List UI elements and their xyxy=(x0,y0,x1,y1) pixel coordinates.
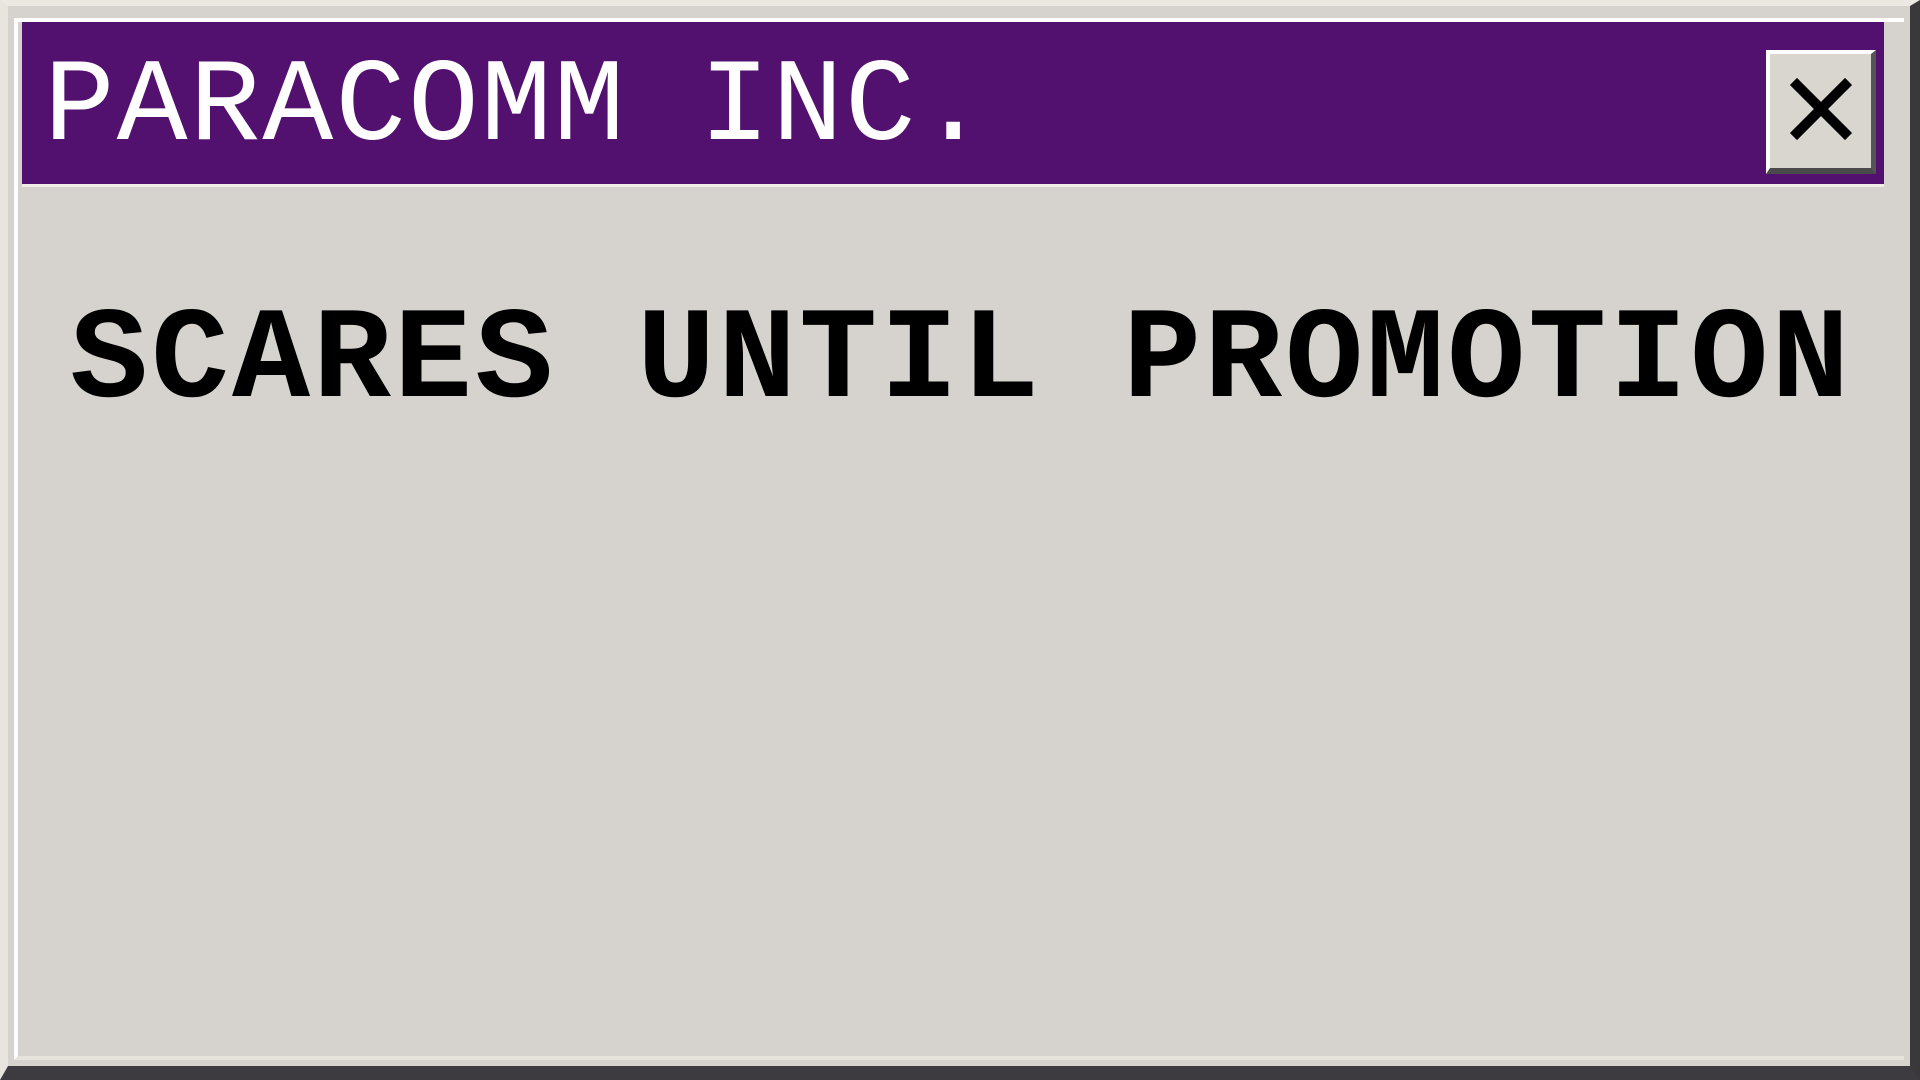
window-title: PARACOMM INC. xyxy=(44,42,991,175)
headline-text: SCARES UNTIL PROMOTION xyxy=(70,289,1853,436)
close-icon xyxy=(1789,77,1853,146)
title-bar[interactable]: PARACOMM INC. xyxy=(22,22,1884,187)
dialog-window: PARACOMM INC. SCARES UNTIL PROMOTION xyxy=(0,0,1920,1080)
close-button[interactable] xyxy=(1766,50,1876,174)
